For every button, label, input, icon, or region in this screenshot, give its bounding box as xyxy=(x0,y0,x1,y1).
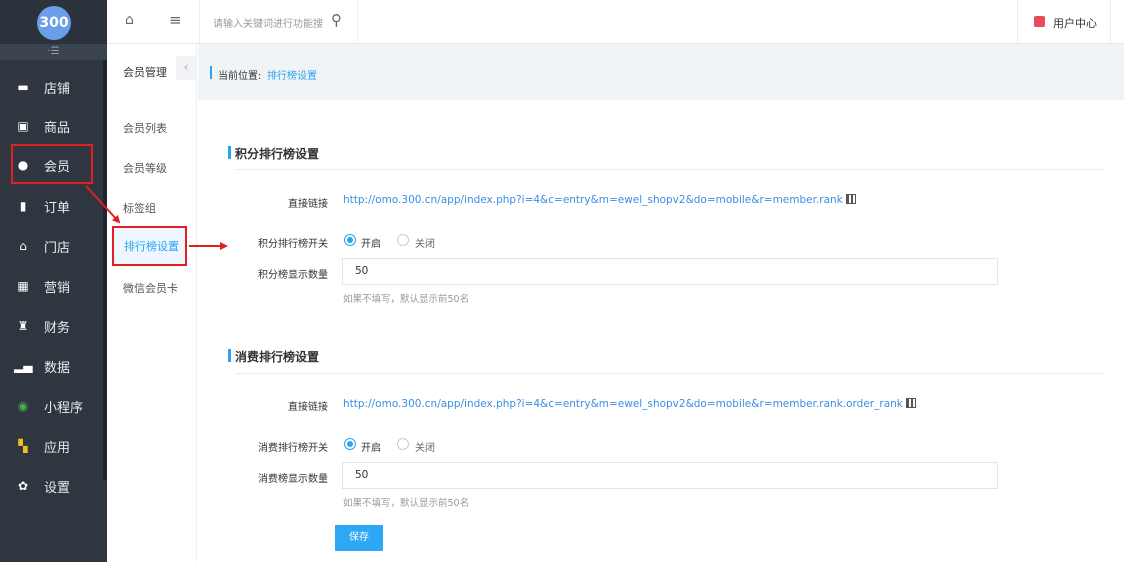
spend-switch-off-label[interactable]: 关闭 xyxy=(415,439,435,454)
spend-switch-off-radio[interactable] xyxy=(397,438,409,450)
shop-icon: ⌂ xyxy=(19,239,27,253)
points-link-label: 直接链接 xyxy=(288,199,328,210)
submenu-item-ranking-settings[interactable]: 排行榜设置 xyxy=(112,226,187,266)
chart-icon: ▂▄ xyxy=(14,359,33,373)
spend-switch-label: 消费排行榜开关 xyxy=(258,443,328,454)
sidebar-item-settings[interactable]: ✿ 设置 xyxy=(14,466,100,506)
user-center-icon[interactable] xyxy=(1034,16,1045,27)
logo[interactable]: 300 xyxy=(37,6,71,40)
points-section-title: 积分排行榜设置 xyxy=(235,147,320,161)
sidebar-item-label: 商品 xyxy=(44,120,71,136)
points-switch-on-radio[interactable] xyxy=(344,234,356,246)
apps-icon: ▚ xyxy=(18,439,28,453)
sidebar-item-label: 小程序 xyxy=(44,400,84,416)
submenu-item-tag-group[interactable]: 标签组 xyxy=(123,200,156,216)
points-count-input[interactable]: 50 xyxy=(342,258,998,285)
sidebar-item-goods[interactable]: ▣ 商品 xyxy=(14,106,100,146)
points-switch-on-label[interactable]: 开启 xyxy=(361,235,381,250)
save-button[interactable]: 保存 xyxy=(335,525,383,551)
sidebar-item-shop[interactable]: ⌂ 门店 xyxy=(14,226,100,266)
points-switch-off-label[interactable]: 关闭 xyxy=(415,235,435,250)
sidebar-item-label: 财务 xyxy=(44,320,71,336)
sidebar-item-label: 店铺 xyxy=(44,81,71,97)
main-sidebar: 300 ·☰ ▬ 店铺 ▣ 商品 ● 会员 ▮ 订单 ⌂ 门店 ▦ 营销 ♜ 财… xyxy=(0,0,107,562)
spend-switch-on-label[interactable]: 开启 xyxy=(361,439,381,454)
gear-icon: ✿ xyxy=(17,479,29,493)
sidebar-item-apps[interactable]: ▚ 应用 xyxy=(14,426,100,466)
divider xyxy=(1017,0,1018,44)
sidebar-item-label: 营销 xyxy=(44,280,71,296)
member-highlight-box xyxy=(11,144,93,184)
sidebar-item-label: 应用 xyxy=(44,440,71,456)
points-count-hint: 如果不填写，默认显示前50名 xyxy=(343,294,470,305)
gift-icon: ▦ xyxy=(17,279,29,293)
qrcode-icon[interactable] xyxy=(845,194,856,204)
sidebar-item-finance[interactable]: ♜ 财务 xyxy=(14,306,100,346)
points-link-text[interactable]: http://omo.300.cn/app/index.php?i=4&c=en… xyxy=(343,194,843,206)
store-icon: ▬ xyxy=(17,80,29,94)
sidebar-item-miniprogram[interactable]: ◉ 小程序 xyxy=(14,386,100,426)
user-center-link[interactable]: 用户中心 xyxy=(1053,15,1097,31)
divider xyxy=(199,0,200,44)
sidebar-item-marketing[interactable]: ▦ 营销 xyxy=(14,266,100,306)
sidebar-item-label: 门店 xyxy=(44,240,71,256)
top-bar: ⌂ ≡ 请输入关键词进行功能搜 ⚲ 用户中心 xyxy=(107,0,1124,44)
collapse-submenu-button[interactable]: ‹ xyxy=(176,56,196,80)
points-switch-label: 积分排行榜开关 xyxy=(258,239,328,250)
main-content: 积分排行榜设置 直接链接 http://omo.300.cn/app/index… xyxy=(198,100,1124,562)
breadcrumb-current[interactable]: 排行榜设置 xyxy=(267,67,317,82)
qrcode-icon[interactable] xyxy=(905,398,916,408)
money-bag-icon: ♜ xyxy=(17,319,29,333)
section-divider xyxy=(235,169,1103,170)
sidebar-item-label: 设置 xyxy=(44,480,71,496)
spend-switch-on-radio[interactable] xyxy=(344,438,356,450)
sidebar-item-order[interactable]: ▮ 订单 xyxy=(14,186,100,226)
menu-toggle-icon[interactable]: ≡ xyxy=(169,11,182,29)
points-link[interactable]: http://omo.300.cn/app/index.php?i=4&c=en… xyxy=(343,194,856,206)
breadcrumb-accent xyxy=(210,66,212,79)
miniprogram-icon: ◉ xyxy=(17,399,29,413)
sidebar-item-data[interactable]: ▂▄ 数据 xyxy=(14,346,100,386)
spend-link-text[interactable]: http://omo.300.cn/app/index.php?i=4&c=en… xyxy=(343,398,903,410)
submenu-title: 会员管理 xyxy=(123,66,167,79)
section-accent xyxy=(228,349,231,362)
submenu-item-member-level[interactable]: 会员等级 xyxy=(123,160,167,176)
breadcrumb-label: 当前位置: xyxy=(218,71,262,82)
section-accent xyxy=(228,146,231,159)
search-input[interactable]: 请输入关键词进行功能搜 xyxy=(213,15,323,30)
spend-link[interactable]: http://omo.300.cn/app/index.php?i=4&c=en… xyxy=(343,398,916,410)
spend-count-label: 消费榜显示数量 xyxy=(258,474,328,485)
submenu-item-wechat-card[interactable]: 微信会员卡 xyxy=(123,280,178,296)
submenu-item-member-list[interactable]: 会员列表 xyxy=(123,120,167,136)
sidebar-item-label: 数据 xyxy=(44,360,71,376)
goods-icon: ▣ xyxy=(17,119,29,133)
points-switch-off-radio[interactable] xyxy=(397,234,409,246)
order-icon: ▮ xyxy=(19,199,27,213)
home-icon[interactable]: ⌂ xyxy=(125,12,134,28)
breadcrumb: 当前位置: 排行榜设置 xyxy=(198,44,1124,100)
spend-section-title: 消费排行榜设置 xyxy=(235,350,320,364)
sidebar-item-store[interactable]: ▬ 店铺 xyxy=(14,67,100,107)
spend-link-label: 直接链接 xyxy=(288,402,328,413)
divider xyxy=(357,0,358,44)
sidebar-item-label: 订单 xyxy=(44,200,71,216)
section-divider xyxy=(235,373,1103,374)
points-count-label: 积分榜显示数量 xyxy=(258,270,328,281)
spend-count-input[interactable]: 50 xyxy=(342,462,998,489)
sidebar-fold-toggle[interactable]: ·☰ xyxy=(0,44,107,60)
search-icon[interactable]: ⚲ xyxy=(331,11,342,29)
divider xyxy=(1110,0,1111,44)
spend-count-hint: 如果不填写，默认显示前50名 xyxy=(343,498,470,509)
logo-area: 300 xyxy=(0,0,107,44)
